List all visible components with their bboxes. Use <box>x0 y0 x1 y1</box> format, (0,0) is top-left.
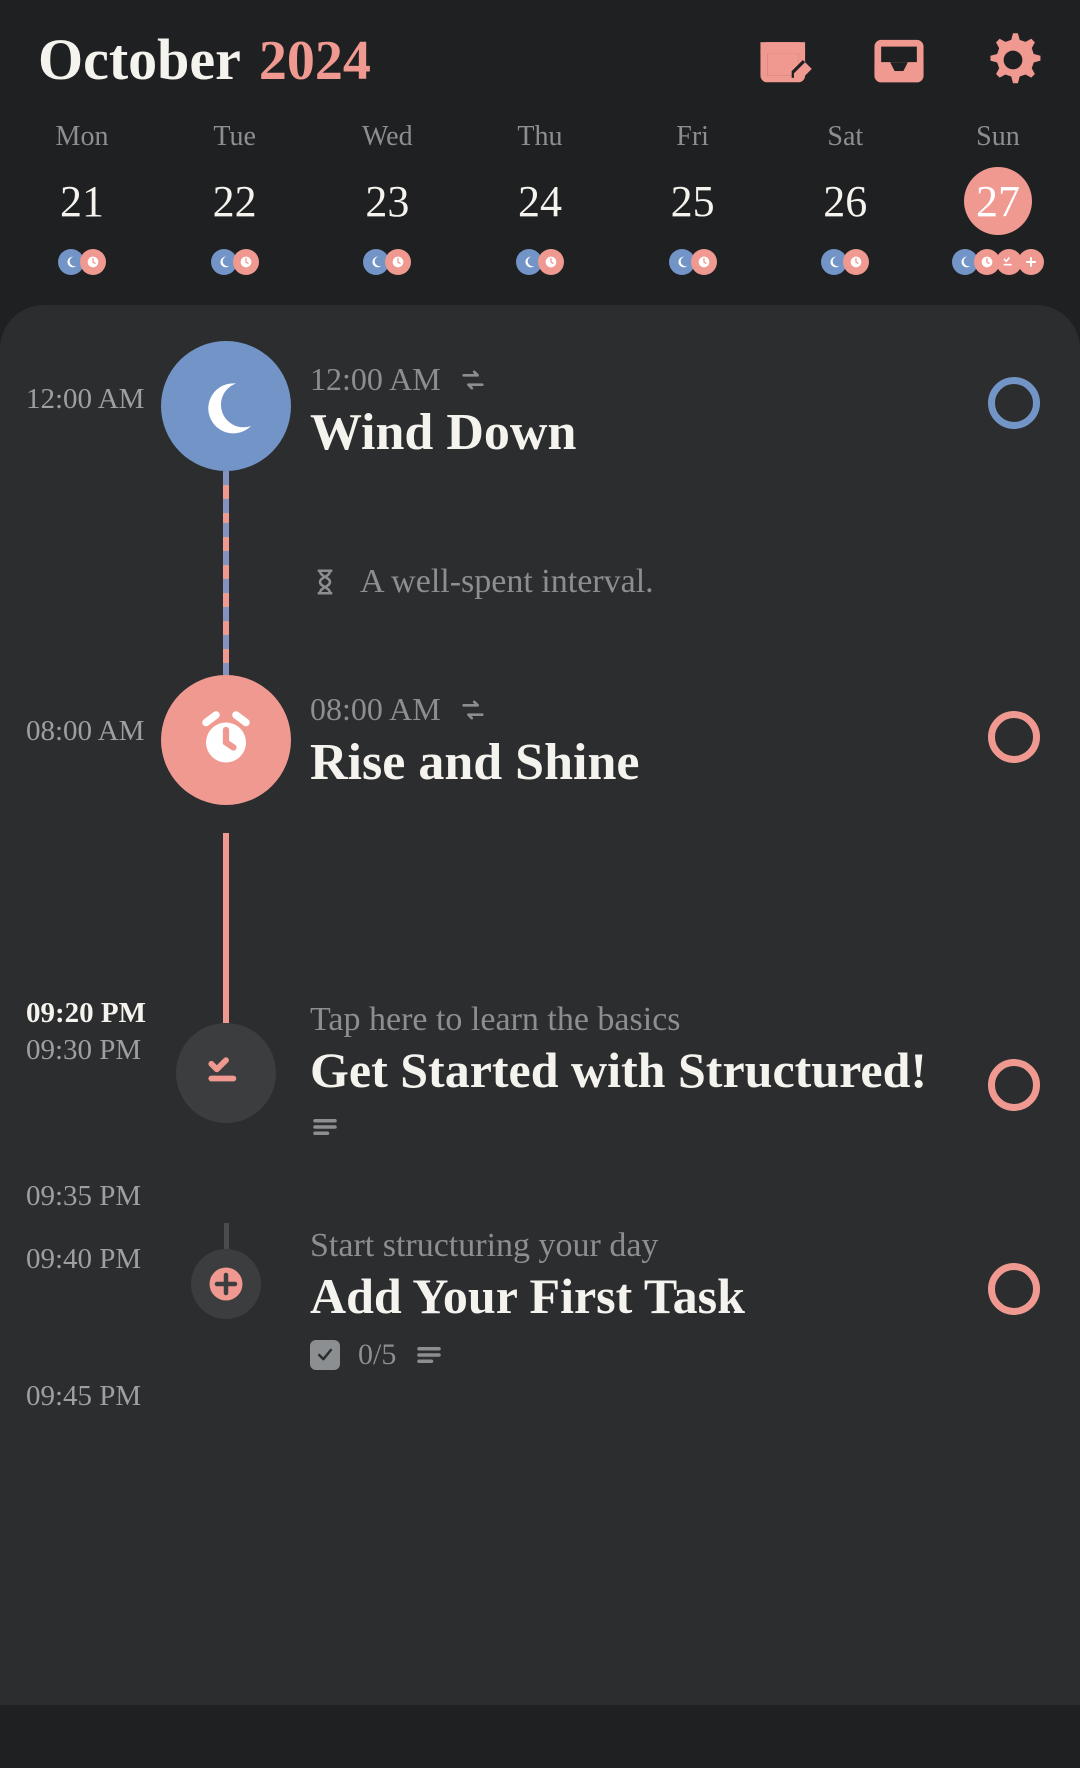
plus-icon <box>208 1266 244 1302</box>
day-indicators <box>518 249 562 275</box>
subtask-progress: 0/5 <box>358 1338 396 1372</box>
event-title-add-task[interactable]: Add Your First Task <box>310 1269 974 1324</box>
day-indicators <box>954 249 1042 275</box>
add-task-node[interactable] <box>191 1249 261 1319</box>
day-of-week-label: Sat <box>827 121 863 153</box>
event-title-get-started[interactable]: Get Started with Structured! <box>310 1043 974 1098</box>
current-time: 09:20 PM <box>26 997 156 1030</box>
event-time: 12:00 AM <box>310 361 441 398</box>
event-title-wind-down[interactable]: Wind Down <box>310 404 974 461</box>
clock-dot-icon <box>80 249 106 275</box>
month-year-title[interactable]: October 2024 <box>38 26 371 93</box>
get-started-node[interactable] <box>176 1023 276 1123</box>
complete-ring[interactable] <box>988 1263 1040 1315</box>
event-time: 08:00 AM <box>310 691 441 728</box>
day-sat[interactable]: Sat 26 <box>785 121 905 275</box>
day-indicators <box>823 249 867 275</box>
rise-node[interactable] <box>161 675 291 805</box>
day-of-week-label: Sun <box>976 121 1020 153</box>
moon-icon <box>196 376 256 436</box>
time-label: 12:00 AM <box>26 341 156 416</box>
day-number: 26 <box>811 167 879 235</box>
checklist-icon <box>204 1051 248 1095</box>
day-indicators <box>671 249 715 275</box>
notes-icon <box>414 1340 444 1370</box>
clock-dot-icon <box>385 249 411 275</box>
day-indicators <box>60 249 104 275</box>
notes-icon <box>310 1112 340 1142</box>
alarm-clock-icon <box>196 710 256 770</box>
time-label: 09:30 PM <box>26 1034 156 1067</box>
year-label: 2024 <box>259 29 371 93</box>
complete-ring[interactable] <box>988 377 1040 429</box>
time-label: 09:35 PM <box>26 1180 156 1213</box>
day-mon[interactable]: Mon 21 <box>22 121 142 275</box>
repeat-icon <box>459 366 487 394</box>
plus-dot-icon <box>1018 249 1044 275</box>
day-wed[interactable]: Wed 23 <box>327 121 447 275</box>
interval-text: A well-spent interval. <box>360 563 654 601</box>
day-tue[interactable]: Tue 22 <box>175 121 295 275</box>
complete-ring[interactable] <box>988 1059 1040 1111</box>
event-subtitle: Tap here to learn the basics <box>310 1001 974 1039</box>
day-indicators <box>365 249 409 275</box>
repeat-icon <box>459 696 487 724</box>
calendar-edit-icon[interactable] <box>756 31 814 89</box>
day-sun[interactable]: Sun 27 <box>938 121 1058 275</box>
inbox-icon[interactable] <box>870 31 928 89</box>
day-of-week-label: Fri <box>676 121 709 153</box>
day-number: 27 <box>964 167 1032 235</box>
day-number: 21 <box>48 167 116 235</box>
clock-dot-icon <box>233 249 259 275</box>
day-indicators <box>213 249 257 275</box>
day-fri[interactable]: Fri 25 <box>633 121 753 275</box>
day-number: 25 <box>659 167 727 235</box>
event-subtitle: Start structuring your day <box>310 1227 974 1265</box>
complete-ring[interactable] <box>988 711 1040 763</box>
time-label: 09:45 PM <box>26 1380 156 1413</box>
event-title-rise[interactable]: Rise and Shine <box>310 734 974 791</box>
day-of-week-label: Tue <box>213 121 256 153</box>
day-of-week-label: Wed <box>362 121 413 153</box>
month-label: October <box>38 26 241 93</box>
clock-dot-icon <box>691 249 717 275</box>
day-thu[interactable]: Thu 24 <box>480 121 600 275</box>
subtask-checkbox-icon <box>310 1340 340 1370</box>
day-number: 23 <box>353 167 421 235</box>
clock-dot-icon <box>843 249 869 275</box>
time-label: 08:00 AM <box>26 663 156 748</box>
time-label: 09:40 PM <box>26 1243 156 1276</box>
day-number: 24 <box>506 167 574 235</box>
day-of-week-label: Mon <box>56 121 109 153</box>
hourglass-icon <box>310 567 340 597</box>
wind-down-node[interactable] <box>161 341 291 471</box>
day-number: 22 <box>201 167 269 235</box>
settings-gear-icon[interactable] <box>984 31 1042 89</box>
day-of-week-label: Thu <box>517 121 562 153</box>
clock-dot-icon <box>538 249 564 275</box>
